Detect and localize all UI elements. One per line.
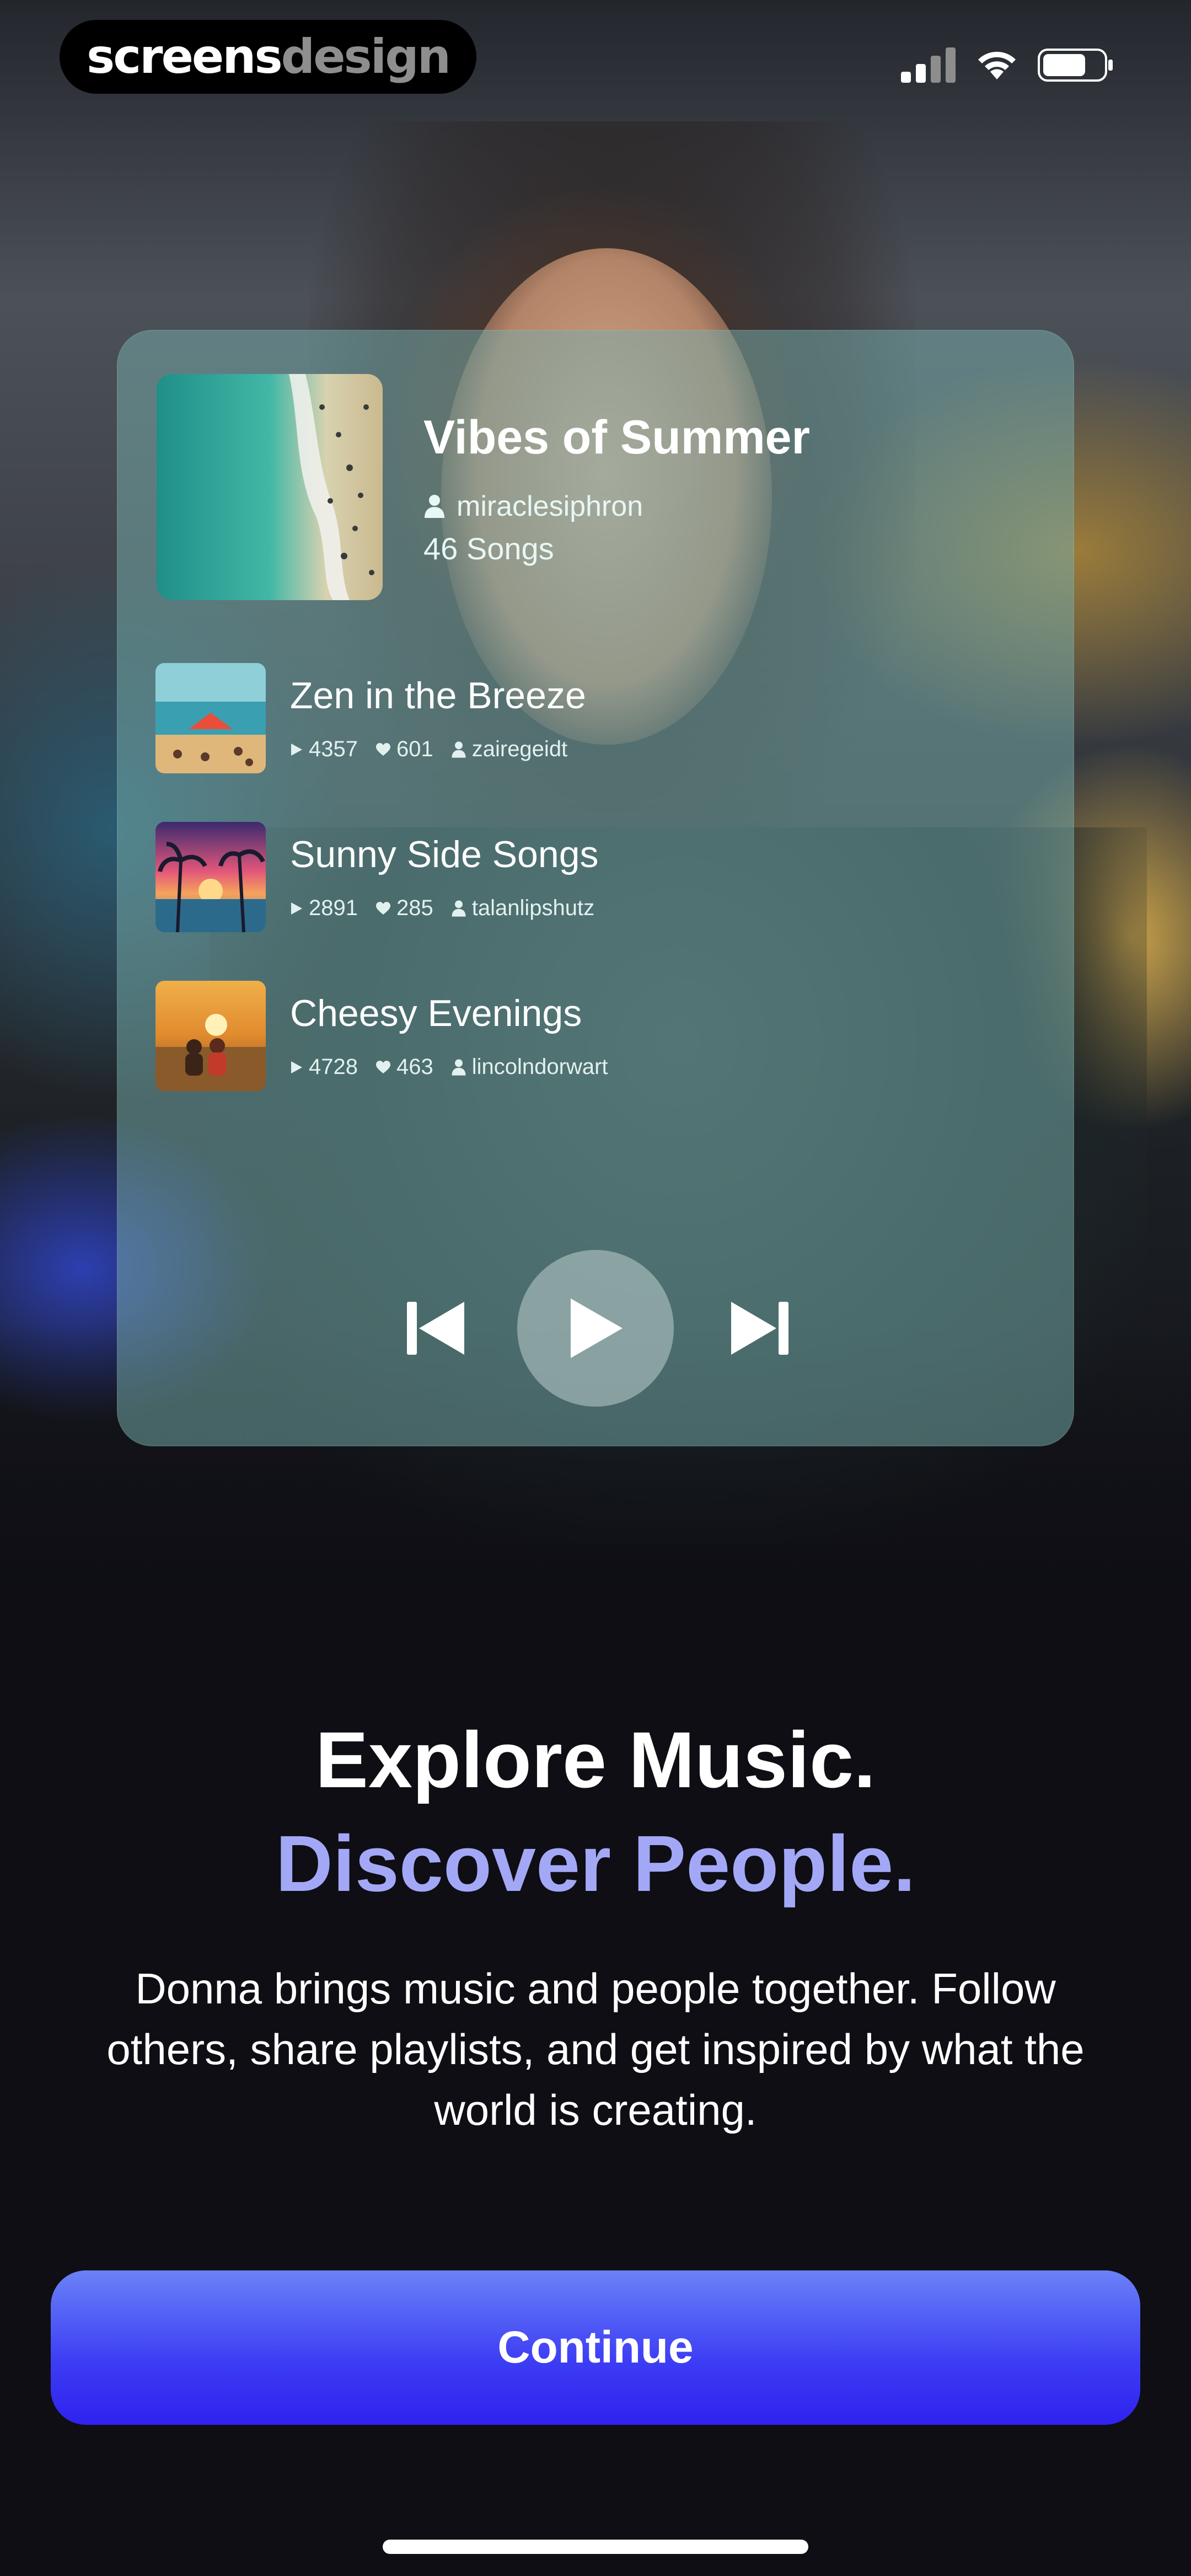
heart-icon xyxy=(375,742,390,756)
track-cover-image xyxy=(155,981,266,1091)
wifi-icon xyxy=(978,51,1016,79)
playlist-song-count: 46 Songs xyxy=(423,531,554,566)
track-row[interactable]: Sunny Side Songs 2891 285 talanlipshutz xyxy=(155,822,983,934)
play-button[interactable] xyxy=(517,1250,674,1407)
track-title: Zen in the Breeze xyxy=(290,675,586,717)
play-count: 4357 xyxy=(309,737,358,761)
play-count: 4728 xyxy=(309,1055,358,1079)
headline-secondary: Discover People. xyxy=(275,1819,916,1908)
track-cover-image xyxy=(155,663,266,773)
brand-text-part1: screens xyxy=(87,29,283,84)
heart-icon xyxy=(375,1060,390,1073)
play-count-icon xyxy=(291,743,302,756)
track-row[interactable]: Zen in the Breeze 4357 601 zairegeidt xyxy=(155,663,983,776)
playlist-player-card: Vibes of Summer miraclesiphron 46 Songs … xyxy=(117,330,1074,1446)
track-title: Cheesy Evenings xyxy=(290,992,582,1034)
status-bar: screens design xyxy=(0,0,1191,132)
battery-icon xyxy=(1038,49,1113,82)
heart-icon xyxy=(375,901,390,915)
track-meta: 2891 285 talanlipshutz xyxy=(290,896,612,921)
user-icon xyxy=(452,741,466,758)
track-row[interactable]: Cheesy Evenings 4728 463 lincolndorwart xyxy=(155,981,983,1093)
skip-next-icon[interactable] xyxy=(729,1300,791,1357)
headline-primary: Explore Music. xyxy=(315,1715,876,1804)
track-user: lincolndorwart xyxy=(471,1055,608,1079)
like-count: 463 xyxy=(396,1055,433,1079)
playback-controls xyxy=(117,1250,1074,1410)
user-icon xyxy=(452,1059,466,1076)
play-icon xyxy=(571,1298,623,1358)
skip-previous-icon[interactable] xyxy=(405,1300,466,1357)
continue-button[interactable]: Continue xyxy=(51,2270,1140,2425)
track-user: zairegeidt xyxy=(471,737,568,761)
track-title: Sunny Side Songs xyxy=(290,833,599,875)
playlist-title: Vibes of Summer xyxy=(423,411,810,464)
onboarding-description: Donna brings music and people together. … xyxy=(106,1964,1085,2134)
user-icon xyxy=(452,900,466,917)
track-meta: 4728 463 lincolndorwart xyxy=(290,1055,626,1079)
track-user: talanlipshutz xyxy=(471,896,595,920)
brand-text-part2: design xyxy=(281,29,451,84)
play-count-icon xyxy=(291,902,302,915)
playlist-owner[interactable]: miraclesiphron xyxy=(423,490,643,523)
track-cover-image xyxy=(155,822,266,932)
like-count: 601 xyxy=(396,737,433,761)
playlist-owner-name: miraclesiphron xyxy=(457,490,643,522)
user-icon xyxy=(425,495,444,518)
like-count: 285 xyxy=(396,896,433,920)
brand-badge: screens design xyxy=(60,20,476,94)
play-count-icon xyxy=(291,1061,302,1073)
cellular-signal-icon xyxy=(901,47,956,83)
playlist-cover-image xyxy=(157,374,383,600)
home-indicator[interactable] xyxy=(383,2540,808,2554)
track-meta: 4357 601 zairegeidt xyxy=(290,737,585,762)
play-count: 2891 xyxy=(309,896,358,920)
